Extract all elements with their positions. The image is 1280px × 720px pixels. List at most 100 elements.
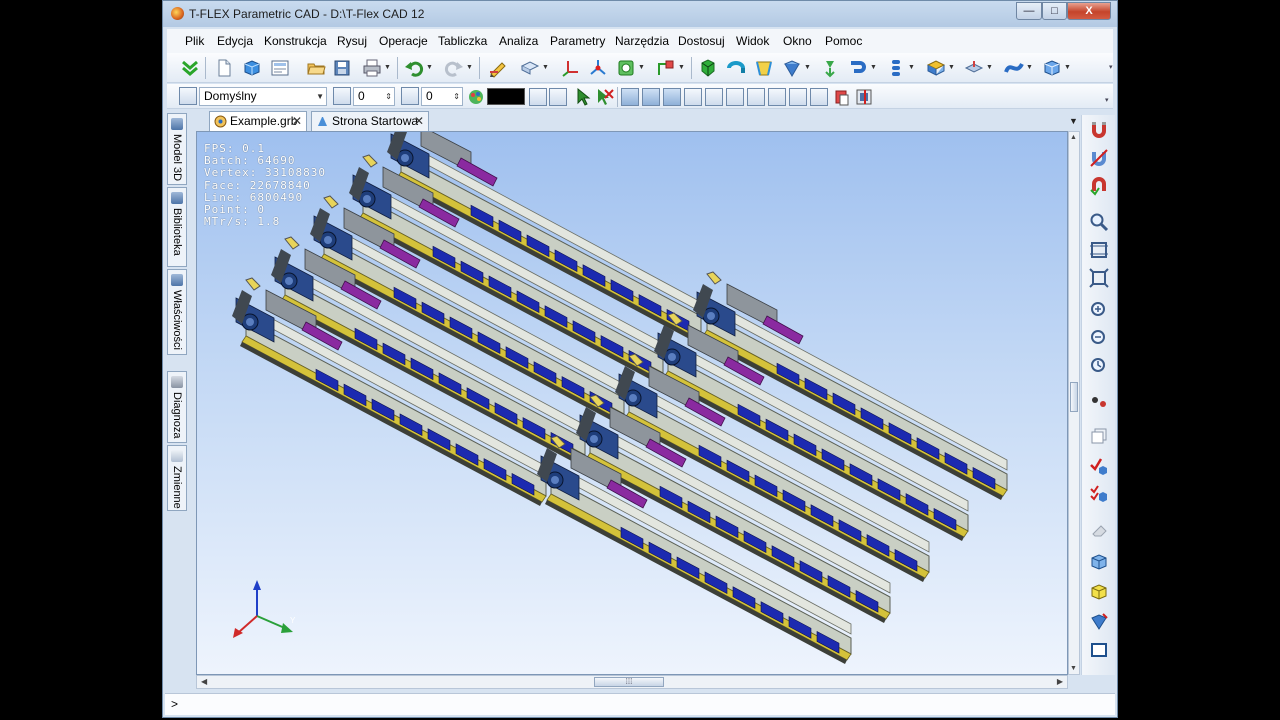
priority-icon[interactable] — [333, 87, 351, 105]
color-swatch[interactable] — [487, 88, 525, 105]
snap-node-icon[interactable] — [642, 88, 660, 106]
view-iso-icon[interactable] — [1088, 581, 1110, 603]
toolbar-overflow-icon[interactable]: ▾ — [1109, 63, 1113, 71]
boolean-dropdown-icon[interactable]: ▼ — [804, 57, 811, 79]
3d-path-dropdown-icon[interactable]: ▼ — [678, 57, 685, 79]
body-dropdown-icon[interactable]: ▼ — [1064, 57, 1071, 79]
tab-biblioteka[interactable]: Biblioteka — [167, 187, 187, 267]
loft-icon[interactable] — [753, 57, 775, 79]
menu-okno[interactable]: Okno — [783, 34, 812, 48]
boolean-icon[interactable] — [781, 57, 803, 79]
zoom-previous-icon[interactable] — [1088, 327, 1110, 349]
snap-toggle-icon[interactable] — [529, 88, 547, 106]
priority-field[interactable]: 0 ⇕ — [353, 87, 395, 106]
sweep-icon[interactable] — [819, 57, 841, 79]
assembly-icon[interactable] — [925, 57, 947, 79]
tab-start-page[interactable]: Strona Startowa ✕ — [311, 111, 429, 131]
close-tab-icon[interactable]: ✕ — [414, 112, 424, 130]
snap-end-icon[interactable] — [705, 88, 723, 106]
horizontal-scrollbar[interactable]: ◀ ⁞⁞⁞ ▶ — [196, 675, 1068, 689]
vertical-scroll-thumb[interactable] — [1070, 382, 1078, 412]
menu-tabliczka[interactable]: Tabliczka — [438, 34, 487, 48]
3d-profile-dropdown-icon[interactable]: ▼ — [638, 57, 645, 79]
menu-pomoc[interactable]: Pomoc — [825, 34, 862, 48]
undo-icon[interactable] — [403, 57, 425, 79]
snap-perpendicular-icon[interactable] — [789, 88, 807, 106]
selector-icon[interactable] — [573, 86, 595, 108]
tabs-dropdown-icon[interactable]: ▼ — [1069, 111, 1078, 131]
redo-icon[interactable] — [443, 57, 465, 79]
menu-konstrukcja[interactable]: Konstrukcja — [264, 34, 327, 48]
orbit-icon[interactable] — [1088, 391, 1110, 413]
open-folder-icon[interactable] — [305, 57, 327, 79]
tab-example-grb[interactable]: Example.grb ✕ — [209, 111, 307, 131]
horizontal-scroll-thumb[interactable]: ⁞⁞⁞ — [594, 677, 664, 687]
scroll-down-icon[interactable]: ▼ — [1070, 665, 1077, 672]
menu-analiza[interactable]: Analiza — [499, 34, 538, 48]
layer-combo[interactable]: Domyślny ▼ — [199, 87, 327, 106]
lcs-axes-icon[interactable] — [559, 57, 581, 79]
magnet-snap-icon[interactable] — [1088, 119, 1110, 141]
magnet-off-icon[interactable] — [1088, 147, 1110, 169]
3d-viewport[interactable]: FPS: 0.1 Batch: 64690 Vertex: 33108830 F… — [196, 131, 1068, 675]
view-frame-icon[interactable] — [1088, 639, 1110, 661]
spring-dropdown-icon[interactable]: ▼ — [908, 57, 915, 79]
assembly-dropdown-icon[interactable]: ▼ — [948, 57, 955, 79]
edit-pencil-icon[interactable] — [487, 57, 509, 79]
snap-center-icon[interactable] — [684, 88, 702, 106]
maximize-button[interactable]: □ — [1042, 2, 1067, 20]
menu-narzedzia[interactable]: Narzędzia — [615, 34, 669, 48]
menu-parametry[interactable]: Parametry — [550, 34, 605, 48]
tab-model-3d[interactable]: Model 3D — [167, 113, 187, 185]
menu-dostosuj[interactable]: Dostosuj — [678, 34, 725, 48]
erase-icon[interactable] — [1088, 519, 1110, 541]
menu-operacje[interactable]: Operacje — [379, 34, 428, 48]
snap-tangent-icon[interactable] — [768, 88, 786, 106]
display-mode-icon[interactable] — [831, 86, 853, 108]
copy-layers-icon[interactable] — [1088, 425, 1110, 447]
toolbar-overflow-icon[interactable]: ▾ — [1105, 96, 1109, 104]
scroll-up-icon[interactable]: ▲ — [1070, 134, 1077, 141]
surface-dropdown-icon[interactable]: ▼ — [1026, 57, 1033, 79]
print-dropdown-icon[interactable]: ▼ — [384, 57, 391, 79]
scroll-right-icon[interactable]: ▶ — [1057, 676, 1063, 688]
redo-dropdown-icon[interactable]: ▼ — [466, 57, 473, 79]
new-3d-model-icon[interactable] — [241, 57, 263, 79]
snap-quadrant-icon[interactable] — [810, 88, 828, 106]
tab-wlasciwosci[interactable]: Właściwości — [167, 269, 187, 355]
zoom-dynamic-icon[interactable] — [1088, 299, 1110, 321]
surface-icon[interactable] — [1003, 57, 1025, 79]
level-icon[interactable] — [401, 87, 419, 105]
snap-grid-icon[interactable] — [621, 88, 639, 106]
workplane-dropdown-icon[interactable]: ▼ — [542, 57, 549, 79]
zoom-all-icon[interactable] — [1088, 267, 1110, 289]
menu-widok[interactable]: Widok — [736, 34, 769, 48]
scroll-left-icon[interactable]: ◀ — [201, 676, 207, 688]
pipe-dropdown-icon[interactable]: ▼ — [870, 57, 877, 79]
tab-zmienne[interactable]: Zmienne — [167, 445, 187, 511]
undo-dropdown-icon[interactable]: ▼ — [426, 57, 433, 79]
3d-path-icon[interactable] — [655, 57, 677, 79]
zoom-realtime-icon[interactable] — [1088, 355, 1110, 377]
thicken-icon[interactable] — [963, 57, 985, 79]
snap-middle-icon[interactable] — [726, 88, 744, 106]
command-line[interactable]: > — [165, 693, 1115, 715]
snap-intersection-icon[interactable] — [747, 88, 765, 106]
menu-plik[interactable]: Plik — [185, 34, 204, 48]
close-tab-icon[interactable]: ✕ — [292, 112, 302, 130]
vertical-scrollbar[interactable]: ▲ ▼ — [1068, 131, 1080, 675]
thicken-dropdown-icon[interactable]: ▼ — [986, 57, 993, 79]
print-icon[interactable] — [361, 57, 383, 79]
magnet-on-icon[interactable] — [1088, 175, 1110, 197]
rotation-icon[interactable] — [725, 57, 747, 79]
3d-profile-icon[interactable] — [615, 57, 637, 79]
3d-node-icon[interactable] — [587, 57, 609, 79]
check-all-icon[interactable] — [1088, 483, 1110, 505]
view-shaded-icon[interactable] — [1088, 611, 1110, 633]
filter-icon[interactable] — [549, 88, 567, 106]
workplane-icon[interactable] — [519, 57, 541, 79]
level-field[interactable]: 0 ⇕ — [421, 87, 463, 106]
body-icon[interactable] — [1041, 57, 1063, 79]
extrusion-icon[interactable] — [697, 57, 719, 79]
menu-edycja[interactable]: Edycja — [217, 34, 253, 48]
